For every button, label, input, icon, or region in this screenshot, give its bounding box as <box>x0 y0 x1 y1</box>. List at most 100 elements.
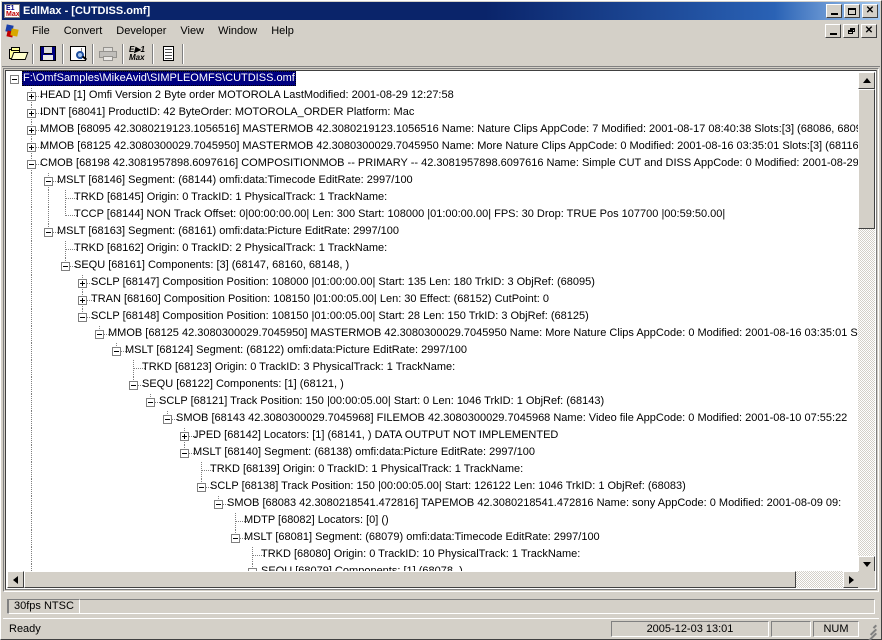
tree-connector-line <box>31 513 32 530</box>
tree-row[interactable]: SMOB [68083 42.3080218541.472816] TAPEMO… <box>6 496 859 513</box>
tree-collapse-button[interactable] <box>214 500 223 509</box>
tree-expand-button[interactable] <box>180 432 189 441</box>
tree-row[interactable]: CMOB [68198 42.3081957898.6097616] COMPO… <box>6 156 859 173</box>
omf-structure-tree[interactable]: F:\OmfSamples\MikeAvid\SIMPLEOMFS\CUTDIS… <box>6 71 859 572</box>
mdi-close-button[interactable]: ✕ <box>861 24 877 38</box>
print-preview-button[interactable] <box>66 42 90 65</box>
tree-expand-button[interactable] <box>78 296 87 305</box>
tree-row[interactable]: TRKD [68145] Origin: 0 TrackID: 1 Physic… <box>6 190 859 207</box>
tree-row[interactable]: IDNT [68041] ProductID: 42 ByteOrder: MO… <box>6 105 859 122</box>
tree-row[interactable]: SMOB [68143 42.3080300029.7045968] FILEM… <box>6 411 859 428</box>
minimize-button[interactable] <box>826 4 842 18</box>
tree-connector-line <box>31 394 32 411</box>
tree-collapse-button[interactable] <box>95 330 104 339</box>
edlmax-logo-icon: E▶1 Max <box>129 44 145 62</box>
tree-row[interactable]: SCLP [68138] Track Position: 150 |00:00:… <box>6 479 859 496</box>
tree-row[interactable]: JPED [68142] Locators: [1] (68141, ) DAT… <box>6 428 859 445</box>
tree-row[interactable]: SEQU [68161] Components: [3] (68147, 681… <box>6 258 859 275</box>
tree-collapse-button[interactable] <box>44 228 53 237</box>
mdi-restore-button[interactable] <box>843 24 859 38</box>
floppy-disk-icon <box>40 46 56 61</box>
tree-row[interactable]: TRAN [68160] Composition Position: 10815… <box>6 292 859 309</box>
tree-connector-line <box>31 207 32 224</box>
mdi-minimize-button[interactable] <box>825 24 841 38</box>
tree-collapse-button[interactable] <box>78 313 87 322</box>
maximize-button[interactable] <box>844 4 860 18</box>
tree-expand-button[interactable] <box>78 279 87 288</box>
tree-collapse-button[interactable] <box>163 415 172 424</box>
open-file-button[interactable] <box>6 42 30 65</box>
tree-collapse-button[interactable] <box>27 160 36 169</box>
menu-item-file[interactable]: File <box>25 23 57 39</box>
tree-row[interactable]: SCLP [68121] Track Position: 150 |00:00:… <box>6 394 859 411</box>
tree-row[interactable]: SEQU [68122] Components: [1] (68121, ) <box>6 377 859 394</box>
tree-collapse-button[interactable] <box>44 177 53 186</box>
save-file-button[interactable] <box>36 42 60 65</box>
tree-collapse-button[interactable] <box>10 75 19 84</box>
tree-expand-button[interactable] <box>27 143 36 152</box>
arrow-down-icon <box>862 562 871 567</box>
status-bar: Ready 2005-12-03 13:01 NUM <box>3 618 879 640</box>
tree-row[interactable]: TRKD [68162] Origin: 0 TrackID: 2 Physic… <box>6 241 859 258</box>
tree-row-label: SCLP [68148] Composition Position: 10815… <box>91 310 589 322</box>
horizontal-scroll-thumb[interactable] <box>24 571 796 588</box>
status-datetime: 2005-12-03 13:01 <box>611 621 769 637</box>
edlmax-button[interactable]: E▶1 Max <box>126 42 150 65</box>
tree-row[interactable]: F:\OmfSamples\MikeAvid\SIMPLEOMFS\CUTDIS… <box>6 71 859 88</box>
magnifier-page-icon <box>70 46 88 61</box>
tree-collapse-button[interactable] <box>112 347 121 356</box>
tree-row[interactable]: MDTP [68082] Locators: [0] () <box>6 513 859 530</box>
tree-connector-line <box>48 190 49 207</box>
tree-row[interactable]: MSLT [68163] Segment: (68161) omfi:data:… <box>6 224 859 241</box>
menu-item-developer[interactable]: Developer <box>109 23 173 39</box>
scroll-up-button[interactable] <box>858 72 875 89</box>
tree-collapse-button[interactable] <box>180 449 189 458</box>
tree-connector-line <box>31 428 32 445</box>
tree-collapse-button[interactable] <box>197 483 206 492</box>
tree-connector-line <box>31 377 32 394</box>
tree-row[interactable]: HEAD [1] Omfi Version 2 Byte order MOTOR… <box>6 88 859 105</box>
tree-collapse-button[interactable] <box>146 398 155 407</box>
fps-format-indicator: 30fps NTSC <box>8 599 80 614</box>
document-icon[interactable] <box>5 23 21 39</box>
tree-horizontal-scrollbar[interactable] <box>7 571 860 588</box>
tree-row[interactable]: TRKD [68123] Origin: 0 TrackID: 3 Physic… <box>6 360 859 377</box>
document-button[interactable] <box>156 42 180 65</box>
tree-connector-line <box>31 241 32 258</box>
tree-row[interactable]: TRKD [68139] Origin: 0 TrackID: 1 Physic… <box>6 462 859 479</box>
mdi-window-controls: ✕ <box>825 24 880 38</box>
tree-collapse-button[interactable] <box>129 381 138 390</box>
vertical-scroll-thumb[interactable] <box>858 89 875 229</box>
tree-row[interactable]: SCLP [68147] Composition Position: 10800… <box>6 275 859 292</box>
tree-row-label: MMOB [68125 42.3080300029.7045950] MASTE… <box>108 327 859 339</box>
tree-vertical-scrollbar[interactable] <box>858 72 875 573</box>
tree-row[interactable]: MMOB [68125 42.3080300029.7045950] MASTE… <box>6 326 859 343</box>
tree-row-label: CMOB [68198 42.3081957898.6097616] COMPO… <box>40 157 859 169</box>
tree-row[interactable]: TCCP [68144] NON Track Offset: 0|00:00:0… <box>6 207 859 224</box>
tree-row[interactable]: MSLT [68081] Segment: (68079) omfi:data:… <box>6 530 859 547</box>
tree-collapse-button[interactable] <box>61 262 70 271</box>
scroll-left-button[interactable] <box>7 571 24 588</box>
tree-row-label: SMOB [68083 42.3080218541.472816] TAPEMO… <box>227 497 842 509</box>
tree-row[interactable]: MSLT [68124] Segment: (68122) omfi:data:… <box>6 343 859 360</box>
tree-row[interactable]: MMOB [68125 42.3080300029.7045950] MASTE… <box>6 139 859 156</box>
tree-collapse-button[interactable] <box>231 534 240 543</box>
tree-row[interactable]: SCLP [68148] Composition Position: 10815… <box>6 309 859 326</box>
menu-item-convert[interactable]: Convert <box>57 23 110 39</box>
tree-row[interactable]: MMOB [68095 42.3080219123.1056516] MASTE… <box>6 122 859 139</box>
menu-item-view[interactable]: View <box>173 23 211 39</box>
resize-grip[interactable] <box>863 622 877 640</box>
tree-row-label: TRKD [68162] Origin: 0 TrackID: 2 Physic… <box>74 242 388 254</box>
print-button[interactable] <box>96 42 120 65</box>
tree-row-label: TRAN [68160] Composition Position: 10815… <box>91 293 550 305</box>
tree-row-label: TCCP [68144] NON Track Offset: 0|00:00:0… <box>74 208 726 220</box>
menu-item-help[interactable]: Help <box>264 23 301 39</box>
tree-expand-button[interactable] <box>27 126 36 135</box>
tree-row[interactable]: TRKD [68080] Origin: 0 TrackID: 10 Physi… <box>6 547 859 564</box>
tree-expand-button[interactable] <box>27 92 36 101</box>
tree-row[interactable]: MSLT [68140] Segment: (68138) omfi:data:… <box>6 445 859 462</box>
tree-expand-button[interactable] <box>27 109 36 118</box>
tree-row[interactable]: MSLT [68146] Segment: (68144) omfi:data:… <box>6 173 859 190</box>
menu-item-window[interactable]: Window <box>211 23 264 39</box>
close-button[interactable]: ✕ <box>862 4 878 18</box>
